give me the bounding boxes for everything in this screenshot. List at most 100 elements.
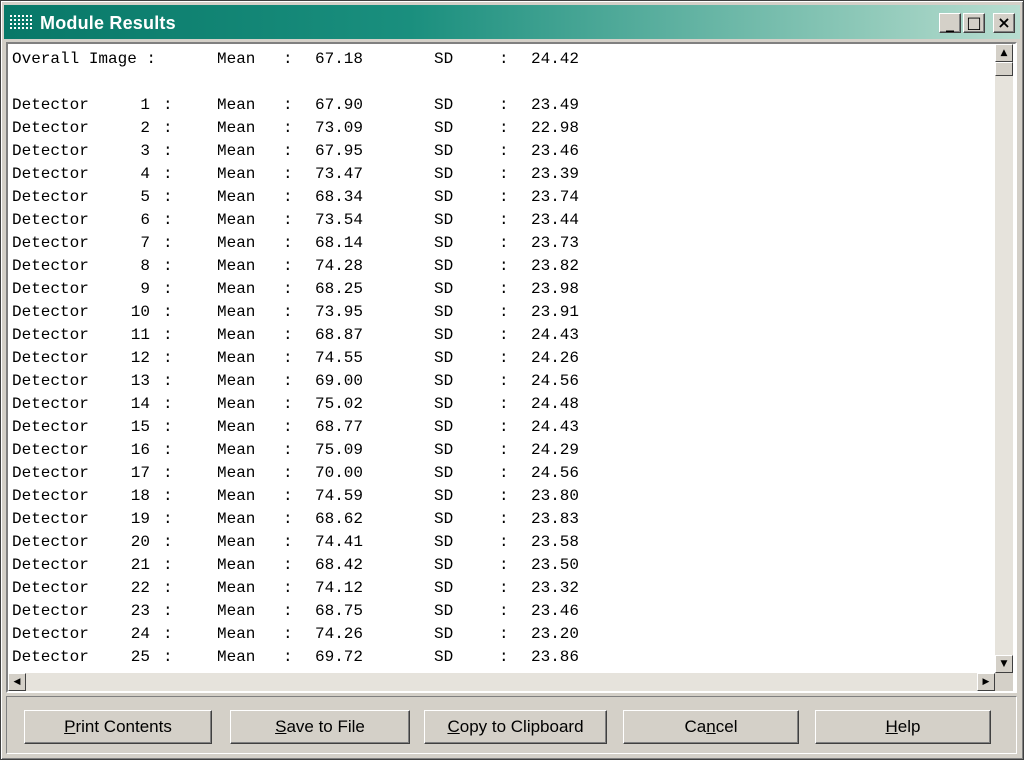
detector-number: 18: [130, 487, 150, 505]
detector-number: 20: [130, 533, 150, 551]
sd-value: 23.39: [531, 165, 580, 183]
mean-label: Mean: [217, 188, 256, 206]
sd-colon: :: [499, 142, 509, 160]
mean-label: Mean: [217, 326, 256, 344]
mean-colon: :: [283, 119, 293, 137]
copy-to-clipboard-button[interactable]: Copy to Clipboard: [424, 710, 607, 744]
mean-value: 74.55: [315, 349, 364, 367]
mean-label: Mean: [217, 418, 256, 436]
detector-label: Detector: [12, 303, 89, 321]
mean-value: 68.34: [315, 188, 364, 206]
mean-value: 74.12: [315, 579, 364, 597]
overall-mean-label: Mean: [217, 50, 256, 68]
detector-number: 25: [130, 648, 150, 666]
overall-sd-label: SD: [434, 50, 454, 68]
detector-colon: :: [163, 142, 173, 160]
sd-label: SD: [434, 418, 454, 436]
mean-colon: :: [283, 533, 293, 551]
detector-colon: :: [163, 602, 173, 620]
mean-colon: :: [283, 303, 293, 321]
sd-label: SD: [434, 441, 454, 459]
mean-label: Mean: [217, 441, 256, 459]
mean-colon: :: [283, 510, 293, 528]
sd-label: SD: [434, 280, 454, 298]
mean-label: Mean: [217, 303, 256, 321]
cancel-button[interactable]: Cancel: [623, 710, 799, 744]
mean-value: 68.75: [315, 602, 364, 620]
mean-label: Mean: [217, 372, 256, 390]
detector-colon: :: [163, 372, 173, 390]
mean-colon: :: [283, 418, 293, 436]
sd-label: SD: [434, 142, 454, 160]
mean-value: 68.77: [315, 418, 364, 436]
sd-value: 23.32: [531, 579, 580, 597]
sd-label: SD: [434, 303, 454, 321]
mean-value: 73.47: [315, 165, 364, 183]
sd-value: 24.43: [531, 418, 580, 436]
close-button[interactable]: ×: [993, 13, 1015, 33]
minimize-button[interactable]: _: [939, 13, 961, 33]
detector-number: 4: [140, 165, 150, 183]
sd-value: 24.26: [531, 349, 580, 367]
sd-label: SD: [434, 119, 454, 137]
detector-number: 5: [140, 188, 150, 206]
print-contents-button[interactable]: Print Contents: [24, 710, 212, 744]
sd-value: 24.56: [531, 464, 580, 482]
detector-label: Detector: [12, 395, 89, 413]
button-bar: Print Contents Save to File Copy to Clip…: [6, 696, 1017, 754]
detector-label: Detector: [12, 119, 89, 137]
mean-value: 73.09: [315, 119, 364, 137]
sd-label: SD: [434, 395, 454, 413]
overall-colon-1: :: [283, 50, 293, 68]
arrow-right-icon: ▶: [982, 677, 990, 687]
detector-label: Detector: [12, 234, 89, 252]
vertical-scrollbar[interactable]: ▲ ▼: [995, 44, 1013, 673]
results-text-area[interactable]: Overall Image : Mean : 67.18 SD : 24.42 …: [6, 42, 1017, 693]
sd-colon: :: [499, 211, 509, 229]
save-label: ave to File: [286, 717, 365, 736]
mean-label: Mean: [217, 349, 256, 367]
sd-label: SD: [434, 648, 454, 666]
sd-value: 23.80: [531, 487, 580, 505]
sd-label: SD: [434, 257, 454, 275]
scroll-down-button[interactable]: ▼: [995, 655, 1013, 673]
sd-colon: :: [499, 372, 509, 390]
cancel-pre: Ca: [684, 717, 707, 736]
mean-value: 67.90: [315, 96, 364, 114]
mean-colon: :: [283, 211, 293, 229]
scroll-thumb[interactable]: [995, 62, 1013, 76]
scroll-right-button[interactable]: ▶: [977, 673, 995, 691]
sd-value: 23.44: [531, 211, 580, 229]
mean-label: Mean: [217, 648, 256, 666]
sd-label: SD: [434, 349, 454, 367]
sd-colon: :: [499, 487, 509, 505]
detector-colon: :: [163, 165, 173, 183]
scroll-up-button[interactable]: ▲: [995, 44, 1013, 62]
title-bar[interactable]: Module Results _ □ ×: [4, 5, 1020, 39]
detector-number: 9: [140, 280, 150, 298]
detector-colon: :: [163, 257, 173, 275]
detector-colon: :: [163, 211, 173, 229]
sd-colon: :: [499, 556, 509, 574]
grid-app-icon: [10, 15, 32, 29]
save-to-file-button[interactable]: Save to File: [230, 710, 410, 744]
mean-value: 69.72: [315, 648, 364, 666]
window-title: Module Results: [40, 13, 176, 33]
sd-colon: :: [499, 326, 509, 344]
scroll-left-button[interactable]: ◀: [8, 673, 26, 691]
mean-colon: :: [283, 234, 293, 252]
detector-label: Detector: [12, 280, 89, 298]
sd-colon: :: [499, 441, 509, 459]
mean-value: 70.00: [315, 464, 364, 482]
help-button[interactable]: Help: [815, 710, 991, 744]
detector-number: 2: [140, 119, 150, 137]
maximize-button[interactable]: □: [963, 13, 985, 33]
detector-number: 15: [130, 418, 150, 436]
mean-label: Mean: [217, 280, 256, 298]
detector-label: Detector: [12, 487, 89, 505]
mean-colon: :: [283, 257, 293, 275]
mean-label: Mean: [217, 602, 256, 620]
sd-colon: :: [499, 257, 509, 275]
sd-label: SD: [434, 188, 454, 206]
horizontal-scrollbar[interactable]: ◀ ▶: [8, 673, 995, 691]
